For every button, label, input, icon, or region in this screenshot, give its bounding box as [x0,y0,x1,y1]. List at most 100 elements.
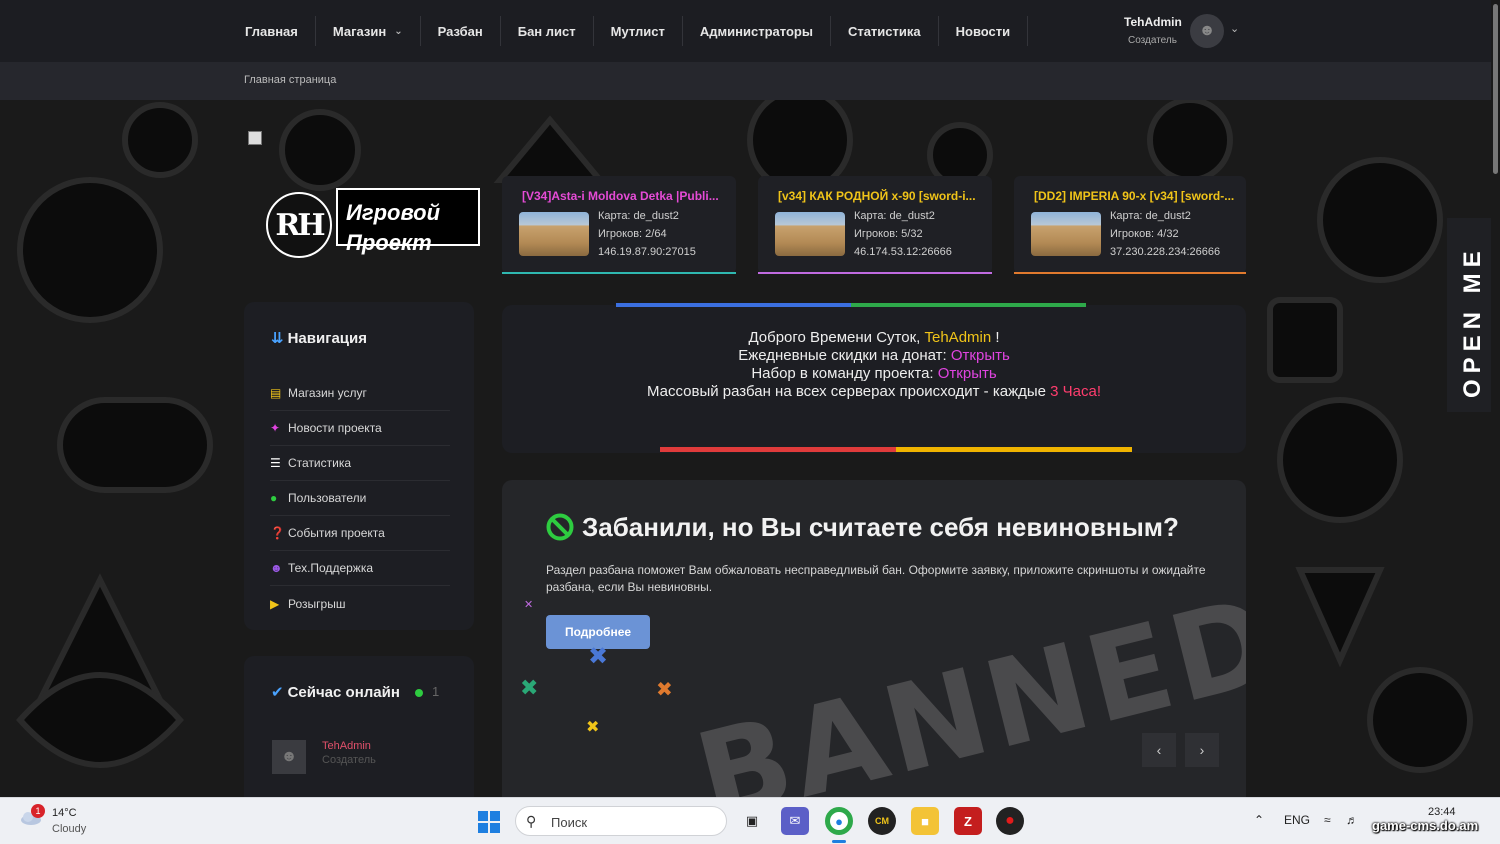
unban-slider: BANNED Забанили, но Вы считаете себя нев… [502,480,1246,797]
scrollbar-thumb[interactable] [1493,4,1498,174]
server-card[interactable]: [V34]Asta-i Moldova Detka |Publi... Карт… [502,176,736,274]
wifi-icon[interactable]: ≈ [1324,813,1331,827]
language-indicator[interactable]: ENG [1284,813,1310,827]
file-explorer-icon[interactable]: ■ [911,807,939,835]
cross-decor-icon: ✖ [656,679,673,701]
decor-bar-bottom [660,447,1132,452]
sidebar-item-label: Статистика [288,456,352,470]
chrome-icon[interactable]: ● [825,807,853,835]
main-nav: Главная Магазин ⌄ Разбан Бан лист Мутлист… [228,16,1029,46]
chevron-down-icon[interactable]: ⌄ [1230,22,1239,35]
sidebar-item-users[interactable]: ● Пользователи [270,481,450,516]
nav-banlist[interactable]: Бан лист [501,16,594,46]
welcome-panel: Доброго Времени Суток, TehAdmin ! Ежедне… [502,303,1246,453]
unban-description: Раздел разбана поможет Вам обжаловать не… [546,563,1206,594]
server-card[interactable]: [v34] КАК РОДНОЙ x-90 [sword-i... Карта:… [758,176,992,274]
filezilla-icon[interactable]: Z [954,807,982,835]
online-title-text: Сейчас онлайн [287,684,400,701]
breadcrumb-current: Главная страница [244,74,337,86]
sidebar-item-label: Пользователи [288,491,367,505]
server-title: [DD2] IMPERIA 90-x [v34] [sword-... [1034,189,1235,203]
slider-prev-button[interactable]: ‹ [1142,733,1176,767]
nav-mutelist[interactable]: Мутлист [594,16,683,46]
welcome-line-3: Набор в команду проекта: Открыть [502,365,1246,383]
online-user-name[interactable]: TehAdmin [322,740,371,752]
welcome-username: TehAdmin [924,329,992,346]
nav-home-label: Главная [245,23,298,39]
nav-home[interactable]: Главная [228,16,316,46]
avatar[interactable]: ☻ [272,740,306,774]
windows-taskbar: 1 14°C Cloudy ⚲ Поиск ▣ ✉ ● CM ■ Z ● ⌃ E… [0,797,1500,844]
server-players: Игроков: 4/32 [1110,228,1179,240]
decor-bar-top [616,303,1086,307]
sidebar-item-label: События проекта [288,526,385,540]
weather-description[interactable]: Cloudy [52,823,86,835]
taskbar-search[interactable]: ⚲ Поиск [515,806,727,836]
sidebar-item-events[interactable]: ❓ События проекта [270,516,450,551]
sidebar-item-label: Магазин услуг [288,386,367,400]
users-icon: ☻ [270,561,283,575]
sidebar-item-label: Тех.Поддержка [288,561,374,575]
server-monitor: [V34]Asta-i Moldova Detka |Publi... Карт… [502,176,1246,274]
double-chevron-down-icon: ⇊ [271,330,284,347]
volume-icon[interactable]: ♬ [1346,813,1358,827]
welcome-line-2: Ежедневные скидки на донат: Открыть [502,347,1246,365]
avatar[interactable]: ☻ [1190,14,1224,48]
sidebar-navigation: ⇊ Навигация ▤ Магазин услуг ✦ Новости проек… [244,302,474,630]
notification-badge: 1 [31,804,45,818]
broken-image-icon [248,131,262,145]
sidebar-item-news[interactable]: ✦ Новости проекта [270,411,450,446]
windows-start-icon[interactable] [478,811,500,833]
nav-news[interactable]: Новости [939,16,1029,46]
question-icon: ❓ [270,526,285,540]
page-scrollbar[interactable] [1491,0,1500,797]
server-address: 37.230.228.234:26666 [1110,246,1221,258]
welcome-text: Доброго Времени Суток, TehAdmin ! Ежедне… [502,329,1246,401]
welcome-line-1: Доброго Времени Суток, TehAdmin ! [502,329,1246,347]
logo-line-1: Игровой [346,200,441,225]
server-title: [v34] КАК РОДНОЙ x-90 [sword-i... [778,189,976,203]
clock-time[interactable]: 23:44 [1428,806,1456,818]
nav-banlist-label: Бан лист [517,23,576,39]
cm-app-icon[interactable]: CM [868,807,896,835]
search-placeholder: Поиск [551,815,588,830]
pin-icon: ✦ [270,421,281,435]
welcome-greeting-end: ! [991,329,1000,346]
discount-open-link[interactable]: Открыть [951,347,1010,364]
nav-unban[interactable]: Разбан [421,16,501,46]
nav-stats[interactable]: Статистика [831,16,939,46]
server-map: Карта: de_dust2 [1110,210,1191,222]
server-card[interactable]: [DD2] IMPERIA 90-x [v34] [sword-... Карт… [1014,176,1246,274]
cross-decor-icon: ✕ [524,599,534,611]
slider-next-button[interactable]: › [1185,733,1219,767]
sidebar-item-shop[interactable]: ▤ Магазин услуг [270,376,450,411]
recruit-open-link[interactable]: Открыть [938,365,997,382]
task-view-icon[interactable]: ▣ [738,807,766,835]
server-accent-line [502,272,736,274]
server-players: Игроков: 2/64 [598,228,667,240]
server-address: 146.19.87.90:27015 [598,246,696,258]
welcome-line-4: Массовый разбан на всех серверах происхо… [502,383,1246,401]
server-title: [V34]Asta-i Moldova Detka |Publi... [522,189,719,203]
server-accent-line [1014,272,1246,274]
record-app-icon[interactable]: ● [996,807,1024,835]
user-icon: ● [270,491,278,505]
site-logo[interactable]: RH Игровой Проект [266,188,480,262]
top-navbar: Главная Магазин ⌄ Разбан Бан лист Мутлист… [0,0,1500,62]
nav-news-label: Новости [955,23,1011,39]
recruit-text: Набор в команду проекта: [751,365,938,382]
sidebar-item-stats[interactable]: ☰ Статистика [270,446,450,481]
sidebar-item-support[interactable]: ☻ Тех.Поддержка [270,551,450,586]
logo-line-2: Проект [346,230,432,255]
nav-admins[interactable]: Администраторы [683,16,831,46]
tray-expand-icon[interactable]: ⌃ [1254,813,1264,827]
nav-shop[interactable]: Магазин ⌄ [316,16,421,46]
open-me-tab[interactable]: OPEN ME [1447,218,1495,412]
unban-title: Забанили, но Вы считаете себя невиновным… [582,512,1179,542]
user-role: Создатель [1128,35,1177,46]
user-menu[interactable]: TehAdmin Создатель ☻ ⌄ [1120,12,1250,52]
sidebar-item-label: Новости проекта [288,421,382,435]
chat-app-icon[interactable]: ✉ [781,807,809,835]
sidebar-item-giveaway[interactable]: ▶ Розыгрыш [270,586,450,621]
weather-temperature[interactable]: 14°C [52,807,77,819]
